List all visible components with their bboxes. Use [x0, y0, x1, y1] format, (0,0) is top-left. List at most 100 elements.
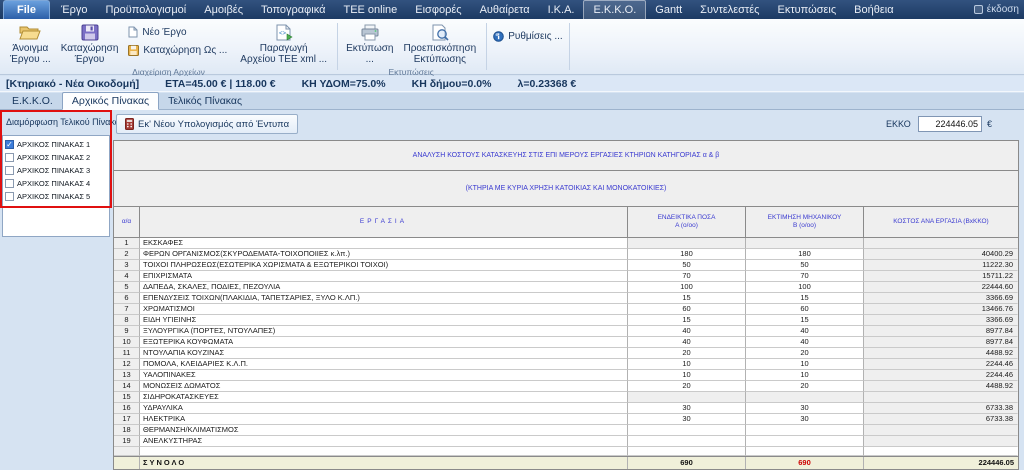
save-as-button[interactable]: Καταχώρηση Ως ...: [123, 43, 232, 58]
new-project-button[interactable]: Νέο Έργο: [123, 24, 232, 40]
engineer-b-cell[interactable]: 100: [746, 282, 864, 293]
checkbox-item[interactable]: ΑΡΧΙΚΟΣ ΠΙΝΑΚΑΣ 2: [5, 151, 109, 164]
header-work: ΕΡΓΑΣΙΑ: [140, 207, 628, 237]
checkbox-unchecked-icon[interactable]: [5, 153, 14, 162]
indicative-a-cell[interactable]: 70: [628, 271, 746, 282]
engineer-b-cell[interactable]: 20: [746, 381, 864, 392]
checkbox-unchecked-icon[interactable]: [5, 166, 14, 175]
cost-table-body: 1ΕΚΣΚΑΦΕΣ2ΦΕΡΩΝ ΟΡΓΑΝΙΣΜΟΣ(ΣΚΥΡΟΔΕΜΑΤΑ-Τ…: [114, 238, 1018, 456]
engineer-b-cell[interactable]: 30: [746, 414, 864, 425]
indicative-a-cell[interactable]: 40: [628, 337, 746, 348]
settings-icon: [493, 31, 504, 42]
new-document-icon: [128, 26, 138, 38]
indicative-a-cell[interactable]: 15: [628, 315, 746, 326]
indicative-a-cell[interactable]: 20: [628, 381, 746, 392]
indicative-a-cell[interactable]: 20: [628, 348, 746, 359]
indicative-a-cell[interactable]: 40: [628, 326, 746, 337]
checkbox-checked-icon[interactable]: ✓: [5, 140, 14, 149]
total-label: ΣΥΝΟΛΟ: [140, 457, 628, 469]
menu-item-Συντελεστές[interactable]: Συντελεστές: [691, 0, 768, 19]
menu-item-ΤΕΕ online[interactable]: ΤΕΕ online: [334, 0, 406, 19]
open-project-button[interactable]: Άνοιγμα Έργου ...: [5, 21, 56, 66]
engineer-b-cell[interactable]: 40: [746, 337, 864, 348]
checkbox-item[interactable]: ΑΡΧΙΚΟΣ ΠΙΝΑΚΑΣ 4: [5, 177, 109, 190]
checkbox-unchecked-icon[interactable]: [5, 179, 14, 188]
indicative-a-cell[interactable]: 15: [628, 293, 746, 304]
checkbox-item[interactable]: ✓ΑΡΧΙΚΟΣ ΠΙΝΑΚΑΣ 1: [5, 138, 109, 151]
engineer-b-cell[interactable]: 60: [746, 304, 864, 315]
work-cell: ΦΕΡΩΝ ΟΡΓΑΝΙΣΜΟΣ(ΣΚΥΡΟΔΕΜΑΤΑ-ΤΟΙΧΟΠΟΙΙΕΣ…: [140, 249, 628, 260]
indicative-a-cell[interactable]: 180: [628, 249, 746, 260]
checkbox-label: ΑΡΧΙΚΟΣ ΠΙΝΑΚΑΣ 1: [17, 140, 90, 149]
settings-button[interactable]: Ρυθμίσεις ...: [488, 29, 567, 44]
indicative-a-cell[interactable]: 10: [628, 359, 746, 370]
settings-label: Ρυθμίσεις ...: [508, 31, 562, 42]
indicative-a-cell[interactable]: 60: [628, 304, 746, 315]
save-project-label-2: Έργου: [75, 54, 105, 65]
view-tab-Ε.Κ.Κ.Ο.[interactable]: Ε.Κ.Κ.Ο.: [3, 93, 62, 109]
engineer-b-cell[interactable]: [746, 436, 864, 447]
ribbon-separator: [337, 23, 338, 70]
indicative-a-cell[interactable]: 100: [628, 282, 746, 293]
print-button[interactable]: Εκτύπωση ...: [341, 21, 398, 66]
row-number-cell: 17: [114, 414, 140, 425]
engineer-b-cell[interactable]: [746, 425, 864, 436]
engineer-b-cell[interactable]: 10: [746, 359, 864, 370]
print-preview-button[interactable]: Προεπισκόπηση Εκτύπωσης: [398, 21, 481, 66]
indicative-a-cell[interactable]: [628, 392, 746, 403]
app-window: FileΈργοΠροϋπολογισμοίΑμοιβέςΤοπογραφικά…: [0, 0, 1024, 470]
menu-item-Βοήθεια[interactable]: Βοήθεια: [845, 0, 902, 19]
menu-item-Εισφορές[interactable]: Εισφορές: [406, 0, 470, 19]
engineer-b-cell[interactable]: 15: [746, 293, 864, 304]
engineer-b-cell[interactable]: 30: [746, 403, 864, 414]
produce-tee-xml-button[interactable]: <> Παραγωγή Αρχείου ΤΕΕ xml ...: [235, 21, 332, 66]
indicative-a-cell[interactable]: 30: [628, 414, 746, 425]
recalc-from-forms-button[interactable]: Εκ' Νέου Υπολογισμός από Έντυπα: [116, 114, 298, 134]
table-row: 16ΥΔΡΑΥΛΙΚΑ30306733.38: [114, 403, 1018, 414]
row-number-cell: 19: [114, 436, 140, 447]
engineer-b-cell[interactable]: 15: [746, 315, 864, 326]
checkbox-item[interactable]: ΑΡΧΙΚΟΣ ΠΙΝΑΚΑΣ 5: [5, 190, 109, 203]
menu-item-Έργο[interactable]: Έργο: [52, 0, 97, 19]
cost-cell: 40400.29: [864, 249, 1018, 260]
view-tab-Αρχικός Πίνακας[interactable]: Αρχικός Πίνακας: [62, 92, 159, 110]
menu-item-Ι.Κ.Α.[interactable]: Ι.Κ.Α.: [539, 0, 584, 19]
engineer-b-cell[interactable]: 50: [746, 260, 864, 271]
menu-item-Προϋπολογισμοί[interactable]: Προϋπολογισμοί: [96, 0, 195, 19]
checkbox-item[interactable]: ΑΡΧΙΚΟΣ ΠΙΝΑΚΑΣ 3: [5, 164, 109, 177]
indicative-a-cell[interactable]: [628, 238, 746, 249]
engineer-b-cell[interactable]: [746, 238, 864, 249]
engineer-b-cell[interactable]: [746, 447, 864, 456]
menu-item-Τοπογραφικά[interactable]: Τοπογραφικά: [252, 0, 334, 19]
indicative-a-cell[interactable]: 50: [628, 260, 746, 271]
row-number-cell: 1: [114, 238, 140, 249]
save-project-button[interactable]: Καταχώρηση Έργου: [56, 21, 124, 66]
indicative-a-cell[interactable]: 30: [628, 403, 746, 414]
indicative-a-cell[interactable]: [628, 447, 746, 456]
indicative-a-cell[interactable]: 10: [628, 370, 746, 381]
menu-item-File[interactable]: File: [3, 0, 50, 19]
indicative-a-cell[interactable]: [628, 425, 746, 436]
printer-icon: [360, 24, 380, 41]
indicative-a-cell[interactable]: [628, 436, 746, 447]
menu-item-Εκτυπώσεις[interactable]: Εκτυπώσεις: [768, 0, 845, 19]
ekko-value-input[interactable]: [918, 116, 982, 132]
work-cell: ΥΑΛΟΠΙΝΑΚΕΣ: [140, 370, 628, 381]
table-row: 12ΠΟΜΟΛΑ, ΚΛΕΙΔΑΡΙΕΣ Κ.Λ.Π.10102244.46: [114, 359, 1018, 370]
engineer-b-cell[interactable]: 180: [746, 249, 864, 260]
engineer-b-cell[interactable]: 10: [746, 370, 864, 381]
row-number-cell: 10: [114, 337, 140, 348]
cost-cell: 8977.84: [864, 326, 1018, 337]
checkbox-label: ΑΡΧΙΚΟΣ ΠΙΝΑΚΑΣ 4: [17, 179, 90, 188]
menu-item-Gantt[interactable]: Gantt: [646, 0, 691, 19]
table-row: 8ΕΙΔΗ ΥΓΙΕΙΝΗΣ15153366.69: [114, 315, 1018, 326]
view-tab-Τελικός Πίνακας[interactable]: Τελικός Πίνακας: [159, 93, 251, 109]
checkbox-unchecked-icon[interactable]: [5, 192, 14, 201]
engineer-b-cell[interactable]: [746, 392, 864, 403]
menu-item-Αυθαίρετα[interactable]: Αυθαίρετα: [471, 0, 539, 19]
engineer-b-cell[interactable]: 40: [746, 326, 864, 337]
engineer-b-cell[interactable]: 70: [746, 271, 864, 282]
menu-item-Αμοιβές[interactable]: Αμοιβές: [195, 0, 252, 19]
engineer-b-cell[interactable]: 20: [746, 348, 864, 359]
menu-item-Ε.Κ.Κ.Ο.[interactable]: Ε.Κ.Κ.Ο.: [583, 0, 646, 19]
